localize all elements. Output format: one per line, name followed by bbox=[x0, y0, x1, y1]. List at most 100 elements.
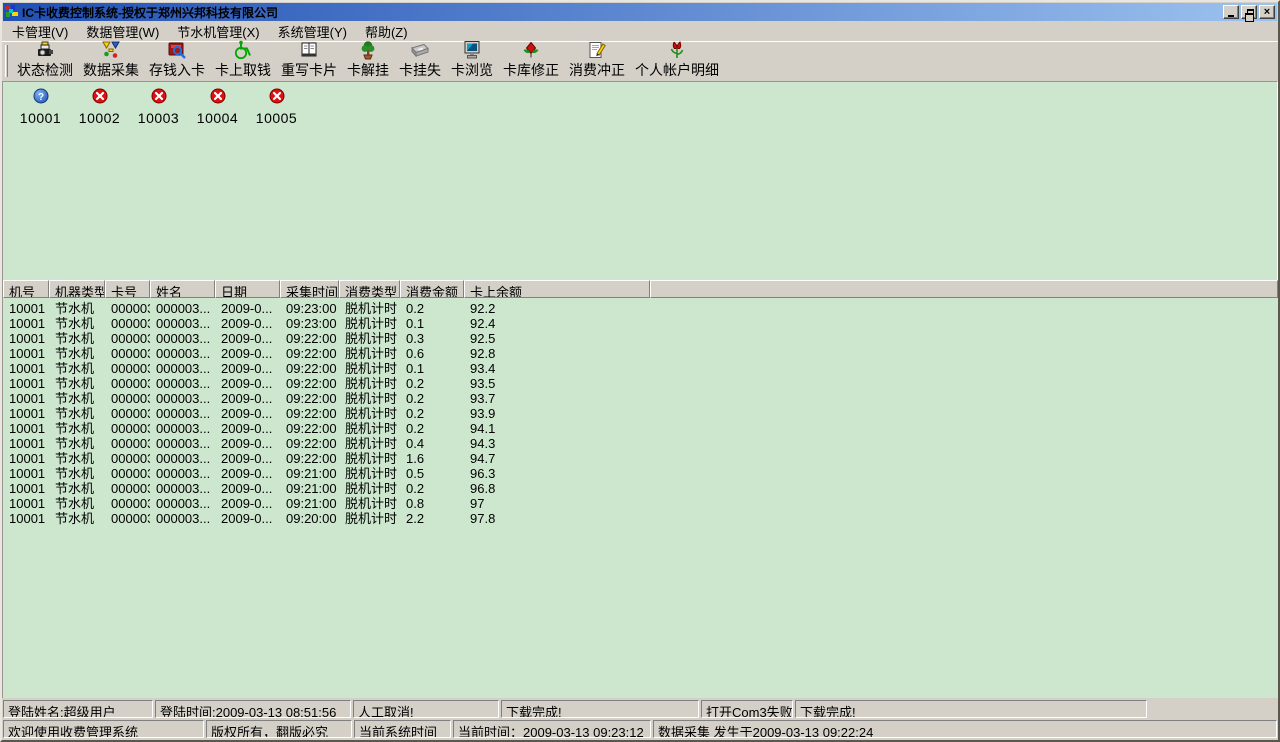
table-cell: 09:23:00 bbox=[280, 301, 339, 316]
column-header-2[interactable]: 卡号 bbox=[105, 280, 150, 298]
table-row[interactable]: 10001节水机000003000003...2009-0...09:22:00… bbox=[3, 451, 1278, 466]
table-cell: 2009-0... bbox=[215, 391, 280, 406]
column-header-1[interactable]: 机器类型 bbox=[49, 280, 105, 298]
status-manual-cancel: 人工取消! bbox=[353, 700, 499, 718]
table-cell: 10001 bbox=[3, 331, 49, 346]
table-cell: 93.4 bbox=[464, 361, 650, 376]
table-cell: 000003 bbox=[105, 376, 150, 391]
table-cell: 09:22:00 bbox=[280, 436, 339, 451]
table-cell: 节水机 bbox=[49, 451, 105, 466]
restore-button[interactable] bbox=[1241, 5, 1257, 19]
table-cell: 节水机 bbox=[49, 391, 105, 406]
table-row[interactable]: 10001节水机000003000003...2009-0...09:22:00… bbox=[3, 391, 1278, 406]
table-row[interactable]: 10001节水机000003000003...2009-0...09:22:00… bbox=[3, 421, 1278, 436]
column-header-4[interactable]: 日期 bbox=[215, 280, 280, 298]
column-header-filler bbox=[650, 280, 1278, 298]
column-header-5[interactable]: 采集时间 bbox=[280, 280, 339, 298]
records-table: 机号机器类型卡号姓名日期采集时间消费类型消费金额卡上余额 10001节水机000… bbox=[2, 280, 1278, 698]
table-row[interactable]: 10001节水机000003000003...2009-0...09:20:00… bbox=[3, 511, 1278, 526]
toolbar-button-label: 数据采集 bbox=[83, 60, 139, 80]
device-10001[interactable]: ?10001 bbox=[11, 88, 70, 126]
table-cell: 000003 bbox=[105, 331, 150, 346]
table-cell: 脱机计时 bbox=[339, 301, 400, 316]
table-cell: 000003 bbox=[105, 481, 150, 496]
title-bar[interactable]: IC卡收费控制系统-授权于郑州兴邦科技有限公司 × bbox=[3, 3, 1277, 21]
column-header-0[interactable]: 机号 bbox=[3, 280, 49, 298]
table-cell: 94.1 bbox=[464, 421, 650, 436]
table-cell: 0.6 bbox=[400, 346, 464, 361]
table-cell: 09:22:00 bbox=[280, 451, 339, 466]
column-header-8[interactable]: 卡上余额 bbox=[464, 280, 650, 298]
table-row[interactable]: 10001节水机000003000003...2009-0...09:22:00… bbox=[3, 346, 1278, 361]
card-browse-button[interactable]: 卡浏览 bbox=[446, 42, 498, 80]
card-unfreeze-button[interactable]: 卡解挂 bbox=[342, 42, 394, 80]
table-cell: 10001 bbox=[3, 421, 49, 436]
account-detail-button[interactable]: 个人帐户明细 bbox=[630, 42, 724, 80]
table-cell: 0.3 bbox=[400, 331, 464, 346]
table-cell: 92.8 bbox=[464, 346, 650, 361]
device-10003[interactable]: 10003 bbox=[129, 88, 188, 126]
device-10005[interactable]: 10005 bbox=[247, 88, 306, 126]
device-id-label: 10003 bbox=[138, 110, 179, 126]
table-cell: 0.2 bbox=[400, 406, 464, 421]
toolbar-gripper[interactable] bbox=[5, 45, 8, 77]
deposit-to-card-button[interactable]: 存钱入卡 bbox=[144, 42, 210, 80]
table-cell: 09:23:00 bbox=[280, 316, 339, 331]
table-cell: 10001 bbox=[3, 436, 49, 451]
table-cell: 000003... bbox=[150, 316, 215, 331]
status-check-button[interactable]: 状态检测 bbox=[12, 42, 78, 80]
menu-item-data-management[interactable]: 数据管理(W) bbox=[77, 20, 168, 43]
table-row[interactable]: 10001节水机000003000003...2009-0...09:23:00… bbox=[3, 316, 1278, 331]
error-icon bbox=[210, 88, 226, 107]
table-cell: 000003... bbox=[150, 361, 215, 376]
table-cell: 脱机计时 bbox=[339, 511, 400, 526]
table-cell: 09:22:00 bbox=[280, 346, 339, 361]
table-cell: 92.5 bbox=[464, 331, 650, 346]
table-cell: 节水机 bbox=[49, 376, 105, 391]
table-cell: 2009-0... bbox=[215, 436, 280, 451]
table-cell: 节水机 bbox=[49, 331, 105, 346]
table-cell: 脱机计时 bbox=[339, 436, 400, 451]
svg-text:?: ? bbox=[37, 92, 43, 103]
table-row[interactable]: 10001节水机000003000003...2009-0...09:21:00… bbox=[3, 496, 1278, 511]
close-button[interactable]: × bbox=[1259, 5, 1275, 19]
column-header-6[interactable]: 消费类型 bbox=[339, 280, 400, 298]
table-row[interactable]: 10001节水机000003000003...2009-0...09:22:00… bbox=[3, 406, 1278, 421]
status-top-filler bbox=[1149, 700, 1277, 718]
column-header-3[interactable]: 姓名 bbox=[150, 280, 215, 298]
consume-reverse-button[interactable]: 消费冲正 bbox=[564, 42, 630, 80]
tree-icon bbox=[357, 40, 379, 60]
table-cell: 09:22:00 bbox=[280, 376, 339, 391]
table-cell: 0.2 bbox=[400, 376, 464, 391]
withdraw-from-card-button[interactable]: 卡上取钱 bbox=[210, 42, 276, 80]
table-cell: 2009-0... bbox=[215, 301, 280, 316]
data-collect-button[interactable]: 数据采集 bbox=[78, 42, 144, 80]
table-cell: 000003 bbox=[105, 301, 150, 316]
rewrite-card-button[interactable]: 重写卡片 bbox=[276, 42, 342, 80]
table-row[interactable]: 10001节水机000003000003...2009-0...09:21:00… bbox=[3, 466, 1278, 481]
table-row[interactable]: 10001节水机000003000003...2009-0...09:22:00… bbox=[3, 331, 1278, 346]
table-cell: 节水机 bbox=[49, 316, 105, 331]
table-row[interactable]: 10001节水机000003000003...2009-0...09:22:00… bbox=[3, 361, 1278, 376]
window-bottom-edge bbox=[2, 738, 1278, 740]
table-row[interactable]: 10001节水机000003000003...2009-0...09:21:00… bbox=[3, 481, 1278, 496]
table-cell: 2009-0... bbox=[215, 346, 280, 361]
card-db-fix-button[interactable]: 卡库修正 bbox=[498, 42, 564, 80]
table-cell: 000003... bbox=[150, 496, 215, 511]
table-cell: 0.2 bbox=[400, 391, 464, 406]
table-row[interactable]: 10001节水机000003000003...2009-0...09:22:00… bbox=[3, 436, 1278, 451]
table-cell: 09:22:00 bbox=[280, 331, 339, 346]
toolbar-button-label: 卡浏览 bbox=[451, 60, 493, 80]
table-row[interactable]: 10001节水机000003000003...2009-0...09:23:00… bbox=[3, 301, 1278, 316]
card-report-loss-button[interactable]: 卡挂失 bbox=[394, 42, 446, 80]
column-header-7[interactable]: 消费金额 bbox=[400, 280, 464, 298]
table-cell: 0.2 bbox=[400, 481, 464, 496]
minimize-button[interactable] bbox=[1223, 5, 1239, 19]
table-row[interactable]: 10001节水机000003000003...2009-0...09:22:00… bbox=[3, 376, 1278, 391]
table-cell: 节水机 bbox=[49, 301, 105, 316]
table-cell: 2009-0... bbox=[215, 496, 280, 511]
device-10002[interactable]: 10002 bbox=[70, 88, 129, 126]
device-10004[interactable]: 10004 bbox=[188, 88, 247, 126]
table-cell: 10001 bbox=[3, 316, 49, 331]
toolbar-button-label: 状态检测 bbox=[17, 60, 73, 80]
